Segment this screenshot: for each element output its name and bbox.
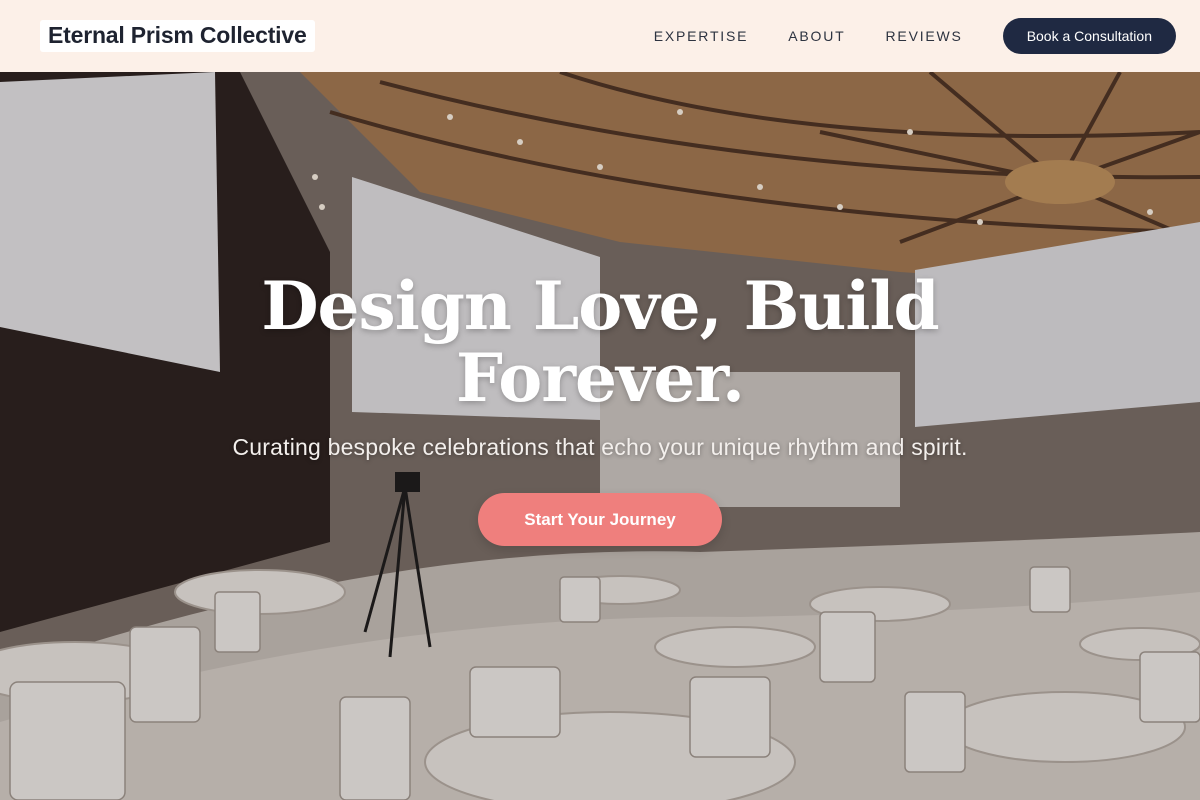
book-consultation-button[interactable]: Book a Consultation [1002,18,1176,54]
hero-subtitle: Curating bespoke celebrations that echo … [232,434,968,460]
nav-link-expertise[interactable]: EXPERTISE [654,28,749,44]
site-header: Eternal Prism Collective EXPERTISE ABOUT… [0,0,1200,72]
main-nav: EXPERTISE ABOUT REVIEWS Book a Consultat… [654,18,1176,54]
nav-link-about[interactable]: ABOUT [788,28,845,44]
nav-link-reviews[interactable]: REVIEWS [886,28,963,44]
start-journey-button[interactable]: Start Your Journey [478,493,722,546]
hero-title: Design Love, Build Forever. [100,270,1100,414]
hero-title-line2: Forever. [455,339,745,417]
brand-logo[interactable]: Eternal Prism Collective [40,20,315,52]
hero-section: Design Love, Build Forever. Curating bes… [0,72,1200,800]
hero-title-line1: Design Love, Build [261,267,939,345]
